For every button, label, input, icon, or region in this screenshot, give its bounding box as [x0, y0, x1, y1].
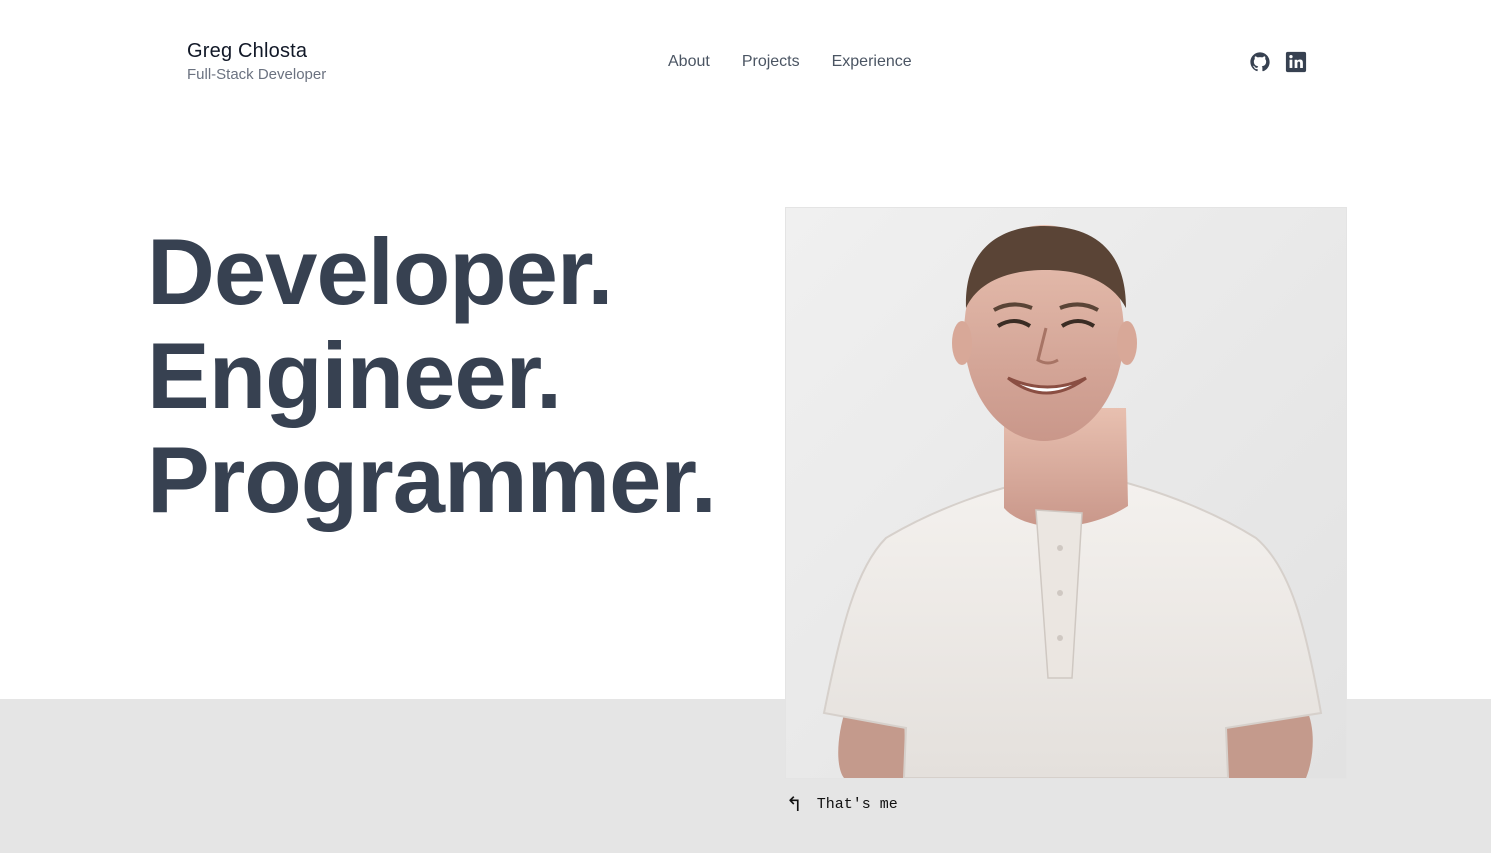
profile-photo [786, 208, 1346, 778]
github-icon[interactable] [1249, 51, 1271, 73]
headline-line-developer: Developer. [147, 219, 613, 324]
nav-about[interactable]: About [668, 51, 710, 73]
linkedin-icon[interactable] [1285, 51, 1307, 73]
brand-role: Full-Stack Developer [187, 66, 327, 83]
main-nav: About Projects Experience [668, 51, 944, 73]
nav-experience[interactable]: Experience [832, 51, 912, 73]
arrow-up-left-icon: ↰ [786, 792, 803, 816]
portrait-illustration [786, 208, 1346, 778]
brand-name[interactable]: Greg Chlosta [187, 38, 326, 64]
nav-projects[interactable]: Projects [742, 51, 800, 73]
headline-line-programmer: Programmer. [147, 427, 717, 532]
headline-line-engineer: Engineer. [147, 323, 562, 428]
photo-caption: ↰ That's me [786, 794, 898, 814]
brand[interactable]: Greg Chlosta Full-Stack Developer [187, 38, 326, 85]
social-links [1249, 51, 1321, 73]
caption-text: That's me [816, 795, 898, 813]
hero-headline: Developer. Engineer. Programmer. [147, 219, 717, 532]
